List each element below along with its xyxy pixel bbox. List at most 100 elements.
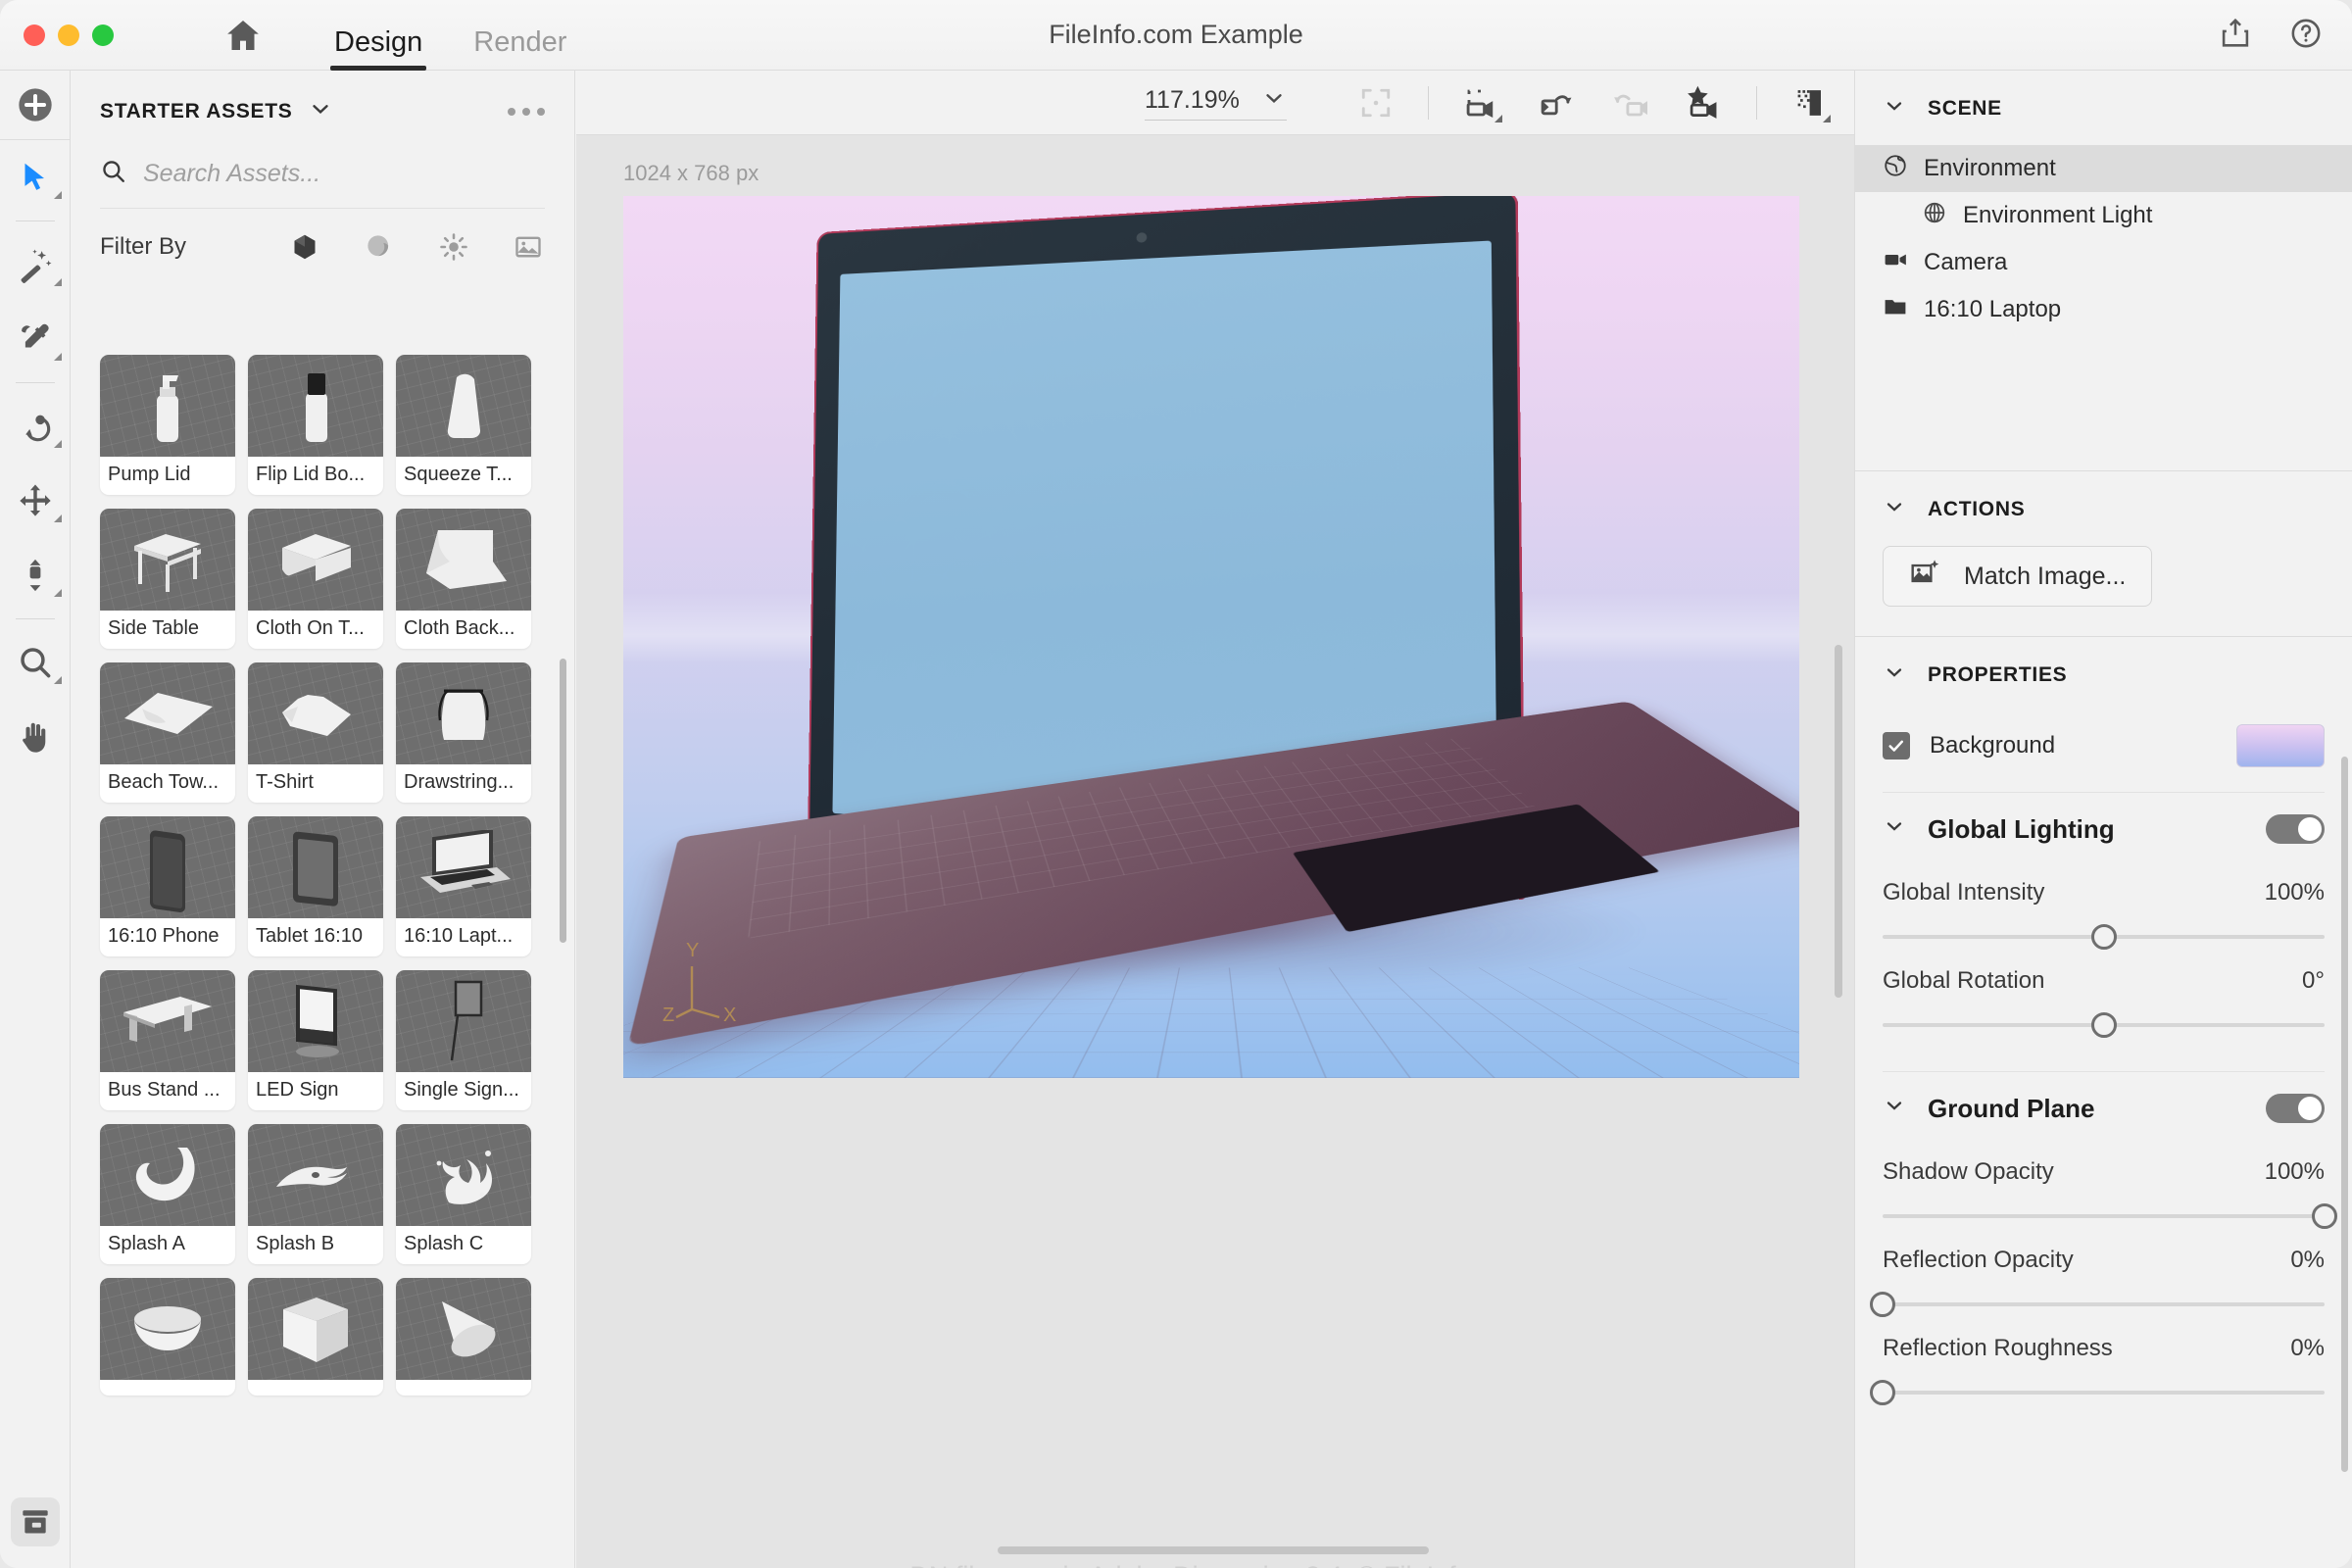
- chevron-down-icon[interactable]: [1883, 814, 1906, 845]
- list-item[interactable]: T-Shirt: [248, 662, 383, 803]
- maximize-window-button[interactable]: [92, 24, 114, 46]
- background-checkbox[interactable]: [1883, 732, 1910, 760]
- right-panel-scrollbar[interactable]: [2341, 757, 2348, 1472]
- chevron-down-icon[interactable]: [1883, 94, 1906, 123]
- zoom-level-control[interactable]: 117.19%: [1145, 85, 1287, 121]
- fit-to-selection-icon[interactable]: [1353, 80, 1398, 125]
- shadow-opacity-slider[interactable]: [1883, 1200, 2337, 1233]
- list-item[interactable]: Splash B: [248, 1124, 383, 1264]
- camera-redo-icon[interactable]: [1607, 80, 1652, 125]
- list-item[interactable]: Cloth On T...: [248, 509, 383, 649]
- sidebar-item-camera[interactable]: Camera: [1855, 239, 2352, 286]
- list-item[interactable]: 16:10 Phone: [100, 816, 235, 956]
- list-item[interactable]: Tablet 16:10: [248, 816, 383, 956]
- scene-section-header[interactable]: SCENE: [1855, 71, 2352, 145]
- list-item[interactable]: Squeeze T...: [396, 355, 531, 495]
- select-tool-icon[interactable]: [0, 140, 71, 215]
- minimize-window-button[interactable]: [58, 24, 79, 46]
- reflection-roughness-label: Reflection Roughness: [1883, 1335, 2113, 1361]
- search-input[interactable]: [143, 160, 545, 188]
- canvas-horizontal-scrollbar[interactable]: [998, 1546, 1429, 1554]
- asset-thumbnail: [100, 1124, 235, 1226]
- sidebar-item-laptop-group[interactable]: 16:10 Laptop: [1855, 286, 2352, 333]
- camera-bookmark-icon[interactable]: [1682, 80, 1727, 125]
- reflection-opacity-slider[interactable]: [1870, 1288, 2325, 1321]
- list-item[interactable]: [396, 1278, 531, 1396]
- assets-scrollbar[interactable]: [560, 659, 566, 943]
- asset-grid-scroll[interactable]: Pump Lid Flip Lid Bo... Squeeze T... Sid…: [71, 355, 574, 1568]
- chevron-down-icon[interactable]: [1883, 1094, 1906, 1124]
- list-item[interactable]: [248, 1278, 383, 1396]
- camera-framing-icon[interactable]: [1458, 80, 1503, 125]
- zoom-tool-icon[interactable]: [0, 625, 71, 700]
- render-preview-icon[interactable]: [1787, 80, 1832, 125]
- magic-wand-icon[interactable]: [0, 227, 71, 302]
- chevron-down-icon[interactable]: [1883, 661, 1906, 690]
- chevron-down-icon[interactable]: [1883, 495, 1906, 524]
- global-lighting-toggle[interactable]: [2266, 814, 2325, 844]
- list-item[interactable]: 16:10 Lapt...: [396, 816, 531, 956]
- library-icon[interactable]: [11, 1497, 60, 1546]
- global-lighting-header[interactable]: Global Lighting: [1883, 793, 2325, 865]
- list-item[interactable]: Side Table: [100, 509, 235, 649]
- share-icon[interactable]: [2219, 17, 2252, 55]
- asset-thumbnail: [100, 509, 235, 611]
- asset-grid: Pump Lid Flip Lid Bo... Squeeze T... Sid…: [71, 355, 574, 1396]
- sidebar-item-environment[interactable]: Environment: [1855, 145, 2352, 192]
- assets-panel-header[interactable]: STARTER ASSETS: [71, 71, 574, 136]
- reflection-roughness-slider[interactable]: [1870, 1376, 2325, 1409]
- reflection-opacity-value: 0%: [2290, 1247, 2325, 1273]
- laptop-3d-model[interactable]: [627, 196, 1799, 1048]
- list-item[interactable]: Splash A: [100, 1124, 235, 1264]
- help-icon[interactable]: [2289, 17, 2323, 55]
- model-cube-icon[interactable]: [288, 230, 321, 264]
- sidebar-item-label: Environment Light: [1963, 202, 2153, 228]
- pan-move-tool-icon[interactable]: [0, 464, 71, 538]
- asset-label: Splash A: [108, 1233, 185, 1254]
- sidebar-item-environment-light[interactable]: Environment Light: [1855, 192, 2352, 239]
- sampler-eyedropper-icon[interactable]: [0, 302, 71, 376]
- list-item[interactable]: [100, 1278, 235, 1396]
- chevron-down-icon[interactable]: [308, 96, 333, 126]
- ground-plane-toggle[interactable]: [2266, 1094, 2325, 1123]
- scale-tool-icon[interactable]: [0, 538, 71, 612]
- hand-tool-icon[interactable]: [0, 700, 71, 774]
- list-item[interactable]: Flip Lid Bo...: [248, 355, 383, 495]
- more-options-icon[interactable]: [508, 107, 545, 116]
- material-sphere-icon[interactable]: [363, 230, 396, 264]
- list-item[interactable]: Cloth Back...: [396, 509, 531, 649]
- background-color-swatch[interactable]: [2236, 724, 2325, 767]
- background-property-row: Background: [1883, 717, 2325, 774]
- light-sun-icon[interactable]: [437, 230, 470, 264]
- tab-render[interactable]: Render: [448, 27, 592, 71]
- asset-thumbnail: [248, 662, 383, 764]
- list-item[interactable]: Bus Stand ...: [100, 970, 235, 1110]
- render-stage[interactable]: Y X Z: [623, 196, 1799, 1078]
- actions-section-header[interactable]: ACTIONS: [1855, 471, 2352, 546]
- image-icon[interactable]: [512, 230, 545, 264]
- ground-plane-header[interactable]: Ground Plane: [1883, 1072, 2325, 1145]
- camera-undo-icon[interactable]: [1533, 80, 1578, 125]
- canvas-vertical-scrollbar[interactable]: [1835, 645, 1842, 998]
- list-item[interactable]: Single Sign...: [396, 970, 531, 1110]
- global-intensity-slider[interactable]: [1883, 920, 2325, 954]
- left-toolbar: [0, 71, 71, 1568]
- list-item[interactable]: Splash C: [396, 1124, 531, 1264]
- properties-section-header[interactable]: PROPERTIES: [1855, 637, 2352, 711]
- add-content-icon[interactable]: [0, 71, 71, 139]
- global-rotation-slider[interactable]: [1883, 1008, 2325, 1042]
- search-icon: [100, 158, 127, 190]
- tab-design[interactable]: Design: [309, 27, 448, 71]
- list-item[interactable]: Beach Tow...: [100, 662, 235, 803]
- canvas-body[interactable]: 1024 x 768 px Y X Z: [576, 135, 1854, 1568]
- close-window-button[interactable]: [24, 24, 45, 46]
- orbit-tool-icon[interactable]: [0, 389, 71, 464]
- list-item[interactable]: LED Sign: [248, 970, 383, 1110]
- list-item[interactable]: Pump Lid: [100, 355, 235, 495]
- list-item[interactable]: Drawstring...: [396, 662, 531, 803]
- properties-body: Background Global Lighting Global Intens…: [1855, 711, 2352, 1409]
- chevron-down-icon[interactable]: [1261, 85, 1287, 116]
- match-image-button[interactable]: Match Image...: [1883, 546, 2153, 607]
- home-icon[interactable]: [217, 9, 270, 62]
- camera-icon: [1883, 247, 1908, 279]
